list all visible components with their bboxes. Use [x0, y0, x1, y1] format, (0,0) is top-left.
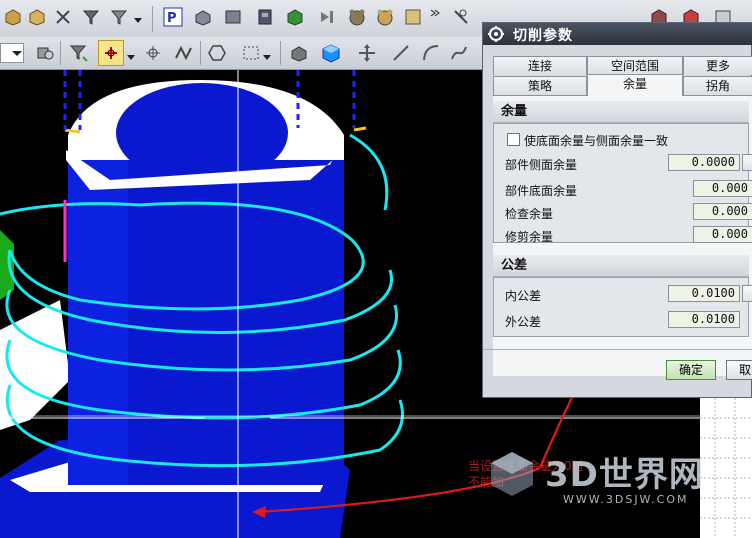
- hexagon-icon[interactable]: [206, 42, 228, 64]
- assembly-icon[interactable]: [34, 42, 56, 64]
- part-floor-stock-input[interactable]: 0.000: [693, 180, 752, 197]
- cutting-parameters-dialog: 切削参数 连接 空间范围 更多 策略 余量 拐角 余量 使底面余量与侧面余量一致…: [482, 22, 752, 398]
- tab-spatial-range[interactable]: 空间范围: [587, 56, 683, 75]
- cube-copy-icon[interactable]: [26, 6, 48, 28]
- watermark-text: 3D世界网: [545, 455, 704, 495]
- part-side-stock-label: 部件侧面余量: [505, 158, 578, 172]
- arrow-right-icon[interactable]: [316, 6, 338, 28]
- snap-point-icon[interactable]: [98, 40, 124, 66]
- svg-text:P: P: [167, 11, 177, 26]
- tab-more[interactable]: 更多: [683, 56, 752, 75]
- check-stock-input[interactable]: 0.000: [693, 203, 752, 220]
- watermark-url: WWW.3DSJW.COM: [563, 493, 689, 506]
- lock-icon[interactable]: [742, 285, 752, 302]
- shaded-view-icon[interactable]: [288, 42, 310, 64]
- bear-icon[interactable]: [346, 6, 368, 28]
- outtol-label: 外公差: [505, 315, 542, 329]
- lock-icon[interactable]: [742, 154, 752, 171]
- part-side-stock-input[interactable]: 0.0000: [668, 154, 740, 171]
- watermark-cube-icon: [491, 452, 533, 496]
- settings-icon[interactable]: [450, 6, 472, 28]
- select-filter-icon[interactable]: [68, 42, 90, 64]
- tolerance-section-header[interactable]: 公差: [493, 255, 749, 277]
- machine-icon[interactable]: [222, 6, 244, 28]
- intol-label: 内公差: [505, 289, 542, 303]
- trim-stock-input[interactable]: 0.000: [693, 226, 752, 243]
- wireframe-cube-icon[interactable]: [318, 40, 344, 66]
- pattern-icon[interactable]: [172, 42, 194, 64]
- same-floor-side-stock-checkbox[interactable]: [507, 133, 520, 146]
- method-icon[interactable]: [254, 6, 276, 28]
- stock-section-header[interactable]: 余量: [493, 101, 749, 123]
- side-panel-grid: [700, 398, 752, 538]
- dialog-title-bar[interactable]: 切削参数: [483, 23, 752, 45]
- same-floor-side-stock-label: 使底面余量与侧面余量一致: [524, 134, 669, 148]
- spline-icon[interactable]: [448, 42, 470, 64]
- filter-dropdown[interactable]: [0, 43, 24, 63]
- tab-stock[interactable]: 余量: [587, 74, 683, 96]
- check-stock-label: 检查余量: [505, 207, 554, 221]
- filter-icon[interactable]: [80, 6, 102, 28]
- ok-button[interactable]: 确定: [666, 360, 716, 380]
- overflow-chevron-icon[interactable]: [428, 2, 442, 24]
- move-icon[interactable]: [356, 42, 378, 64]
- cancel-button[interactable]: 取消: [726, 360, 752, 380]
- arc-icon[interactable]: [420, 42, 442, 64]
- cut-icon[interactable]: [52, 6, 74, 28]
- dialog-title: 切削参数: [513, 28, 573, 44]
- dropdown-arrow-icon[interactable]: [262, 47, 272, 69]
- intol-input[interactable]: 0.0100: [668, 285, 740, 302]
- sheet-icon[interactable]: [402, 6, 424, 28]
- block-green-icon[interactable]: [284, 6, 306, 28]
- cube-icon[interactable]: [2, 6, 24, 28]
- dropdown-arrow-icon[interactable]: [126, 47, 136, 69]
- tab-strategy[interactable]: 策略: [493, 76, 587, 95]
- part-floor-stock-label: 部件底面余量: [505, 184, 578, 198]
- tab-connect[interactable]: 连接: [493, 56, 587, 75]
- line-icon[interactable]: [390, 42, 412, 64]
- dropdown-arrow-icon[interactable]: [132, 10, 144, 32]
- program-nc-icon[interactable]: P: [162, 6, 184, 28]
- gear-icon: [488, 26, 504, 42]
- trim-stock-label: 修剪余量: [505, 230, 554, 244]
- outtol-input[interactable]: 0.0100: [668, 311, 740, 328]
- tiger-icon[interactable]: [374, 6, 396, 28]
- funnel-icon[interactable]: [108, 6, 130, 28]
- geometry-icon[interactable]: [192, 6, 214, 28]
- snap-grid-icon[interactable]: [142, 42, 164, 64]
- tab-corners[interactable]: 拐角: [683, 76, 752, 95]
- box-select-icon[interactable]: [240, 42, 262, 64]
